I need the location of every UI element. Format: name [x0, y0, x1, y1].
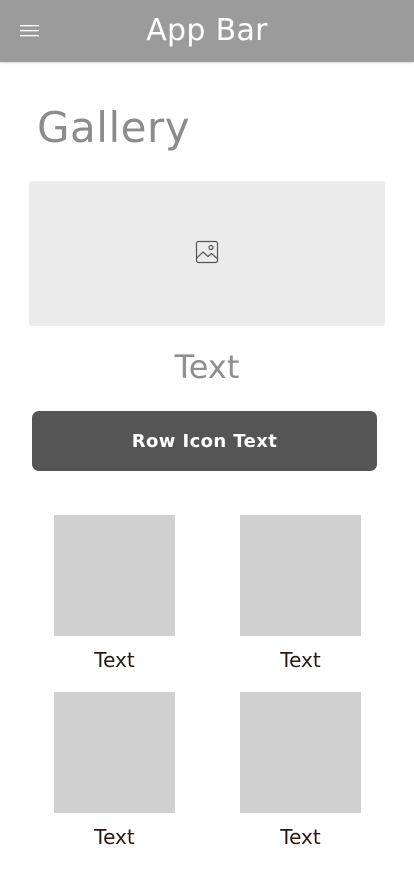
grid-item-image [54, 692, 175, 813]
grid-item-label: Text [280, 825, 321, 849]
grid-item-label: Text [280, 648, 321, 672]
grid-item[interactable]: Text [240, 515, 361, 672]
grid-item[interactable]: Text [240, 692, 361, 849]
row-icon-text-button[interactable]: Row Icon Text [32, 411, 377, 471]
row-icon-text-button-label: Row Icon Text [131, 430, 278, 452]
grid-item-image [54, 515, 175, 636]
grid-item[interactable]: Text [54, 515, 175, 672]
grid-item-label: Text [94, 825, 135, 849]
page-title: Gallery [37, 103, 191, 152]
app-bar: App Bar [0, 0, 414, 62]
grid-item-image [240, 692, 361, 813]
grid-item-label: Text [94, 648, 135, 672]
hero-image[interactable] [29, 181, 385, 326]
grid-item[interactable]: Text [54, 692, 175, 849]
app-bar-title: App Bar [146, 13, 268, 48]
image-placeholder-icon [195, 240, 219, 268]
hero-caption: Text [174, 348, 240, 386]
grid-item-image [240, 515, 361, 636]
